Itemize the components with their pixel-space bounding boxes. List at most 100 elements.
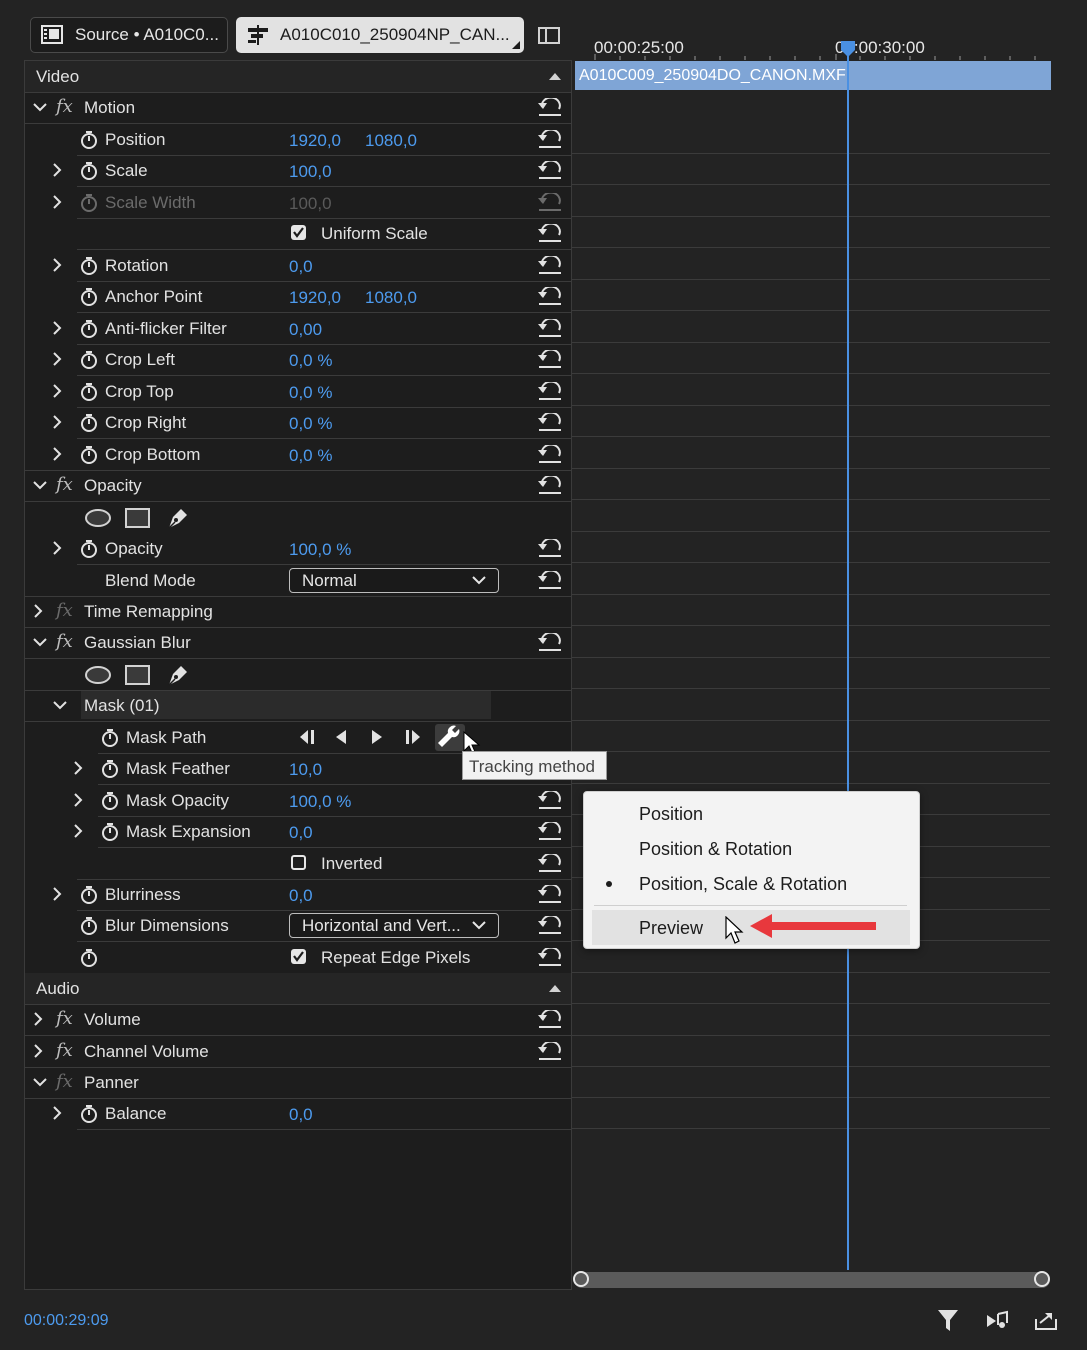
stopwatch-icon[interactable] [101, 822, 119, 842]
track-backward-icon[interactable] [333, 729, 349, 745]
panel-toggle-icon[interactable] [538, 27, 560, 45]
crop-top-value[interactable]: 0,0 % [289, 383, 332, 403]
reset-icon[interactable] [537, 822, 563, 842]
timeline-area[interactable] [572, 60, 1064, 1290]
chevron-right-icon[interactable] [71, 761, 85, 775]
stopwatch-icon[interactable] [80, 413, 98, 433]
timeline-scrollbar[interactable] [574, 1272, 1050, 1288]
anchor-x-value[interactable]: 1920,0 [289, 288, 341, 308]
reset-icon[interactable] [537, 1010, 563, 1030]
balance-value[interactable]: 0,0 [289, 1105, 313, 1125]
filter-icon[interactable] [937, 1309, 959, 1333]
stopwatch-icon[interactable] [80, 1104, 98, 1124]
reset-icon[interactable] [537, 98, 563, 118]
chevron-down-icon[interactable] [33, 478, 47, 492]
current-timecode[interactable]: 00:00:29:09 [24, 1312, 109, 1330]
chevron-down-icon[interactable] [53, 698, 67, 712]
video-section-header[interactable]: Video [25, 61, 571, 93]
reset-icon[interactable] [537, 1042, 563, 1062]
rectangle-mask-icon[interactable] [125, 507, 151, 529]
chevron-right-icon[interactable] [50, 163, 64, 177]
chevron-right-icon[interactable] [71, 824, 85, 838]
blend-mode-dropdown[interactable]: Normal [289, 568, 499, 593]
chevron-right-icon[interactable] [71, 793, 85, 807]
chevron-right-icon[interactable] [50, 415, 64, 429]
reset-icon[interactable] [537, 854, 563, 874]
track-forward-icon[interactable] [369, 729, 385, 745]
crop-bottom-value[interactable]: 0,0 % [289, 446, 332, 466]
chevron-down-icon[interactable] [33, 635, 47, 649]
play-audio-icon[interactable] [985, 1310, 1011, 1332]
stopwatch-icon[interactable] [80, 948, 98, 968]
collapse-up-icon[interactable] [549, 984, 561, 992]
stopwatch-icon[interactable] [101, 728, 119, 748]
chevron-right-icon[interactable] [31, 1012, 45, 1026]
stopwatch-icon[interactable] [80, 161, 98, 181]
crop-left-value[interactable]: 0,0 % [289, 351, 332, 371]
reset-icon[interactable] [537, 948, 563, 968]
track-forward-one-icon[interactable] [403, 729, 423, 745]
audio-section-header[interactable]: Audio [25, 973, 571, 1005]
effect-channel-volume-header[interactable]: fx Channel Volume [25, 1036, 571, 1068]
scrollbar-right-handle[interactable] [1034, 1271, 1050, 1287]
reset-icon[interactable] [537, 916, 563, 936]
inverted-checkbox[interactable] [291, 855, 306, 870]
mask-opacity-value[interactable]: 100,0 % [289, 792, 351, 812]
reset-icon[interactable] [537, 791, 563, 811]
chevron-right-icon[interactable] [50, 887, 64, 901]
stopwatch-icon[interactable] [80, 130, 98, 150]
rotation-value[interactable]: 0,0 [289, 257, 313, 277]
uniform-scale-checkbox[interactable] [291, 225, 306, 240]
reset-icon[interactable] [537, 130, 563, 150]
chevron-right-icon[interactable] [50, 195, 64, 209]
chevron-right-icon[interactable] [31, 604, 45, 618]
effect-time-remapping-header[interactable]: fx Time Remapping [25, 596, 571, 628]
stopwatch-icon[interactable] [80, 539, 98, 559]
tracking-method-button[interactable] [435, 724, 465, 751]
blur-dimensions-dropdown[interactable]: Horizontal and Vert... [289, 913, 499, 938]
stopwatch-icon[interactable] [101, 791, 119, 811]
chevron-down-icon[interactable] [33, 100, 47, 114]
chevron-right-icon[interactable] [50, 384, 64, 398]
effect-volume-header[interactable]: fx Volume [25, 1004, 571, 1036]
scrollbar-left-handle[interactable] [573, 1271, 589, 1287]
stopwatch-icon[interactable] [80, 256, 98, 276]
pen-mask-icon[interactable] [166, 505, 190, 531]
mask-feather-value[interactable]: 10,0 [289, 760, 322, 780]
stopwatch-icon[interactable] [80, 445, 98, 465]
effect-opacity-header[interactable]: fx Opacity [25, 470, 571, 502]
mask-expansion-value[interactable]: 0,0 [289, 823, 313, 843]
pen-mask-icon[interactable] [166, 662, 190, 688]
blurriness-value[interactable]: 0,0 [289, 886, 313, 906]
chevron-right-icon[interactable] [50, 447, 64, 461]
playhead-line[interactable] [847, 43, 849, 1270]
anchor-y-value[interactable]: 1080,0 [365, 288, 417, 308]
reset-icon[interactable] [537, 161, 563, 181]
reset-icon[interactable] [537, 571, 563, 591]
stopwatch-icon[interactable] [101, 759, 119, 779]
reset-icon[interactable] [537, 885, 563, 905]
effect-gaussian-blur-header[interactable]: fx Gaussian Blur [25, 627, 571, 659]
stopwatch-icon[interactable] [80, 319, 98, 339]
reset-icon[interactable] [537, 224, 563, 244]
chevron-right-icon[interactable] [50, 258, 64, 272]
stopwatch-icon[interactable] [80, 382, 98, 402]
scale-value[interactable]: 100,0 [289, 162, 332, 182]
menu-item-position[interactable]: Position [584, 801, 917, 833]
rectangle-mask-icon[interactable] [125, 664, 151, 686]
stopwatch-icon[interactable] [80, 287, 98, 307]
reset-icon[interactable] [537, 287, 563, 307]
stopwatch-icon[interactable] [80, 916, 98, 936]
opacity-value[interactable]: 100,0 % [289, 540, 351, 560]
export-icon[interactable] [1034, 1309, 1058, 1331]
chevron-down-icon[interactable] [33, 1075, 47, 1089]
position-y-value[interactable]: 1080,0 [365, 131, 417, 151]
timeline-clip[interactable]: A010C009_250904DO_CANON.MXF [575, 61, 1051, 90]
reset-icon[interactable] [537, 539, 563, 559]
anti-flicker-value[interactable]: 0,00 [289, 320, 322, 340]
stopwatch-icon[interactable] [80, 885, 98, 905]
chevron-right-icon[interactable] [50, 541, 64, 555]
chevron-right-icon[interactable] [31, 1044, 45, 1058]
reset-icon[interactable] [537, 382, 563, 402]
chevron-right-icon[interactable] [50, 321, 64, 335]
